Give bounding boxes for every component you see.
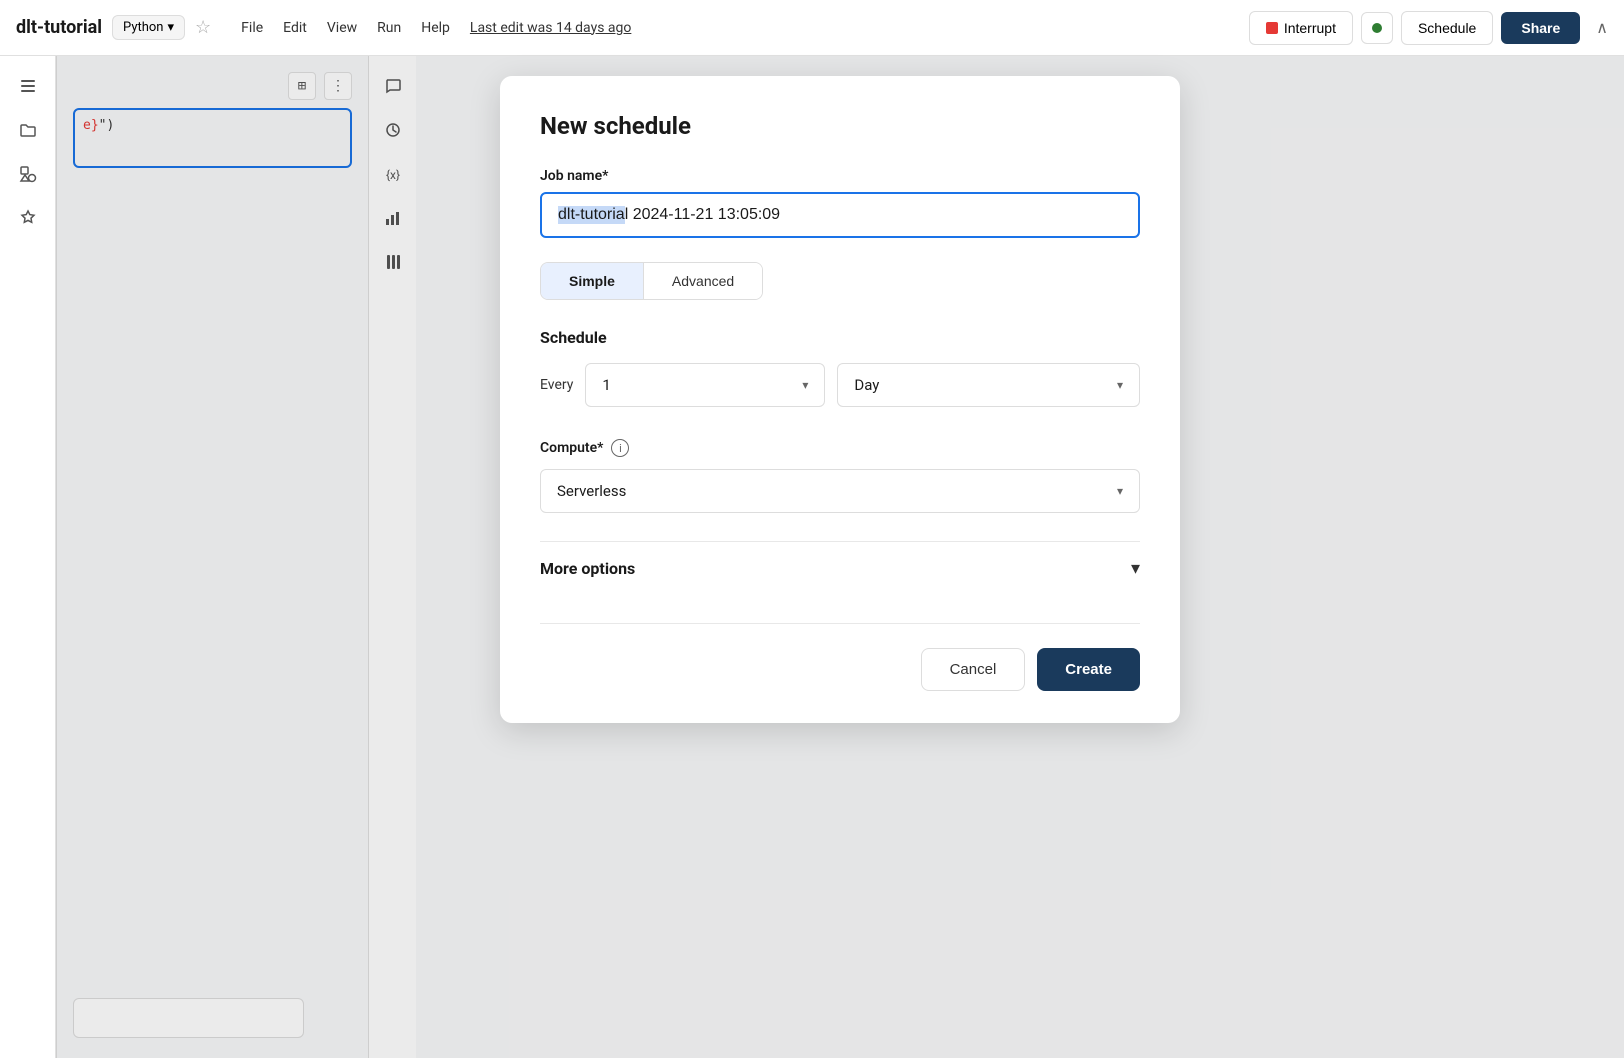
dialog-overlay: New schedule Job name* Simple Advanced S… bbox=[56, 56, 1624, 1058]
compute-label-row: Compute* i bbox=[540, 439, 1140, 457]
topbar-right: Interrupt Schedule Share ∧ bbox=[1249, 11, 1608, 45]
create-button[interactable]: Create bbox=[1037, 648, 1140, 691]
green-dot-icon bbox=[1372, 23, 1382, 33]
left-sidebar bbox=[0, 56, 56, 1058]
compute-value: Serverless bbox=[557, 482, 626, 500]
sidebar-icon-folder[interactable] bbox=[10, 112, 46, 148]
schedule-section-title: Schedule bbox=[540, 328, 1140, 347]
period-chevron-icon: ▾ bbox=[1117, 378, 1123, 392]
topbar: dlt-tutorial Python ▾ ☆ File Edit View R… bbox=[0, 0, 1624, 56]
last-edit-label: Last edit was 14 days ago bbox=[470, 20, 631, 36]
main-layout: New schedule Job name* Simple Advanced S… bbox=[0, 56, 1624, 1058]
new-schedule-dialog: New schedule Job name* Simple Advanced S… bbox=[500, 76, 1180, 723]
language-chevron-icon: ▾ bbox=[168, 20, 175, 35]
topbar-left: dlt-tutorial Python ▾ ☆ File Edit View R… bbox=[16, 15, 1249, 40]
menu-file[interactable]: File bbox=[241, 20, 263, 36]
interrupt-button[interactable]: Interrupt bbox=[1249, 11, 1353, 45]
job-name-label: Job name* bbox=[540, 168, 1140, 184]
compute-info-icon[interactable]: i bbox=[611, 439, 629, 457]
app-title: dlt-tutorial bbox=[16, 17, 102, 38]
sidebar-icon-list[interactable] bbox=[10, 68, 46, 104]
language-label: Python bbox=[123, 20, 163, 35]
menu-edit[interactable]: Edit bbox=[283, 20, 307, 36]
topbar-menu: File Edit View Run Help Last edit was 14… bbox=[241, 20, 631, 36]
more-options-row[interactable]: More options ▾ bbox=[540, 541, 1140, 595]
dialog-title: New schedule bbox=[540, 112, 1140, 140]
frequency-chevron-icon: ▾ bbox=[802, 378, 808, 392]
compute-select[interactable]: Serverless ▾ bbox=[540, 469, 1140, 513]
menu-view[interactable]: View bbox=[327, 20, 357, 36]
cancel-button[interactable]: Cancel bbox=[921, 648, 1026, 691]
period-select[interactable]: Day ▾ bbox=[837, 363, 1140, 407]
interrupt-icon bbox=[1266, 22, 1278, 34]
dialog-footer: Cancel Create bbox=[540, 623, 1140, 691]
tab-advanced[interactable]: Advanced bbox=[644, 263, 762, 299]
content-area: New schedule Job name* Simple Advanced S… bbox=[56, 56, 1624, 1058]
job-name-input[interactable] bbox=[540, 192, 1140, 238]
sidebar-icon-star[interactable] bbox=[10, 200, 46, 236]
compute-chevron-icon: ▾ bbox=[1117, 484, 1123, 498]
more-options-label: More options bbox=[540, 559, 635, 578]
language-badge[interactable]: Python ▾ bbox=[112, 15, 185, 40]
schedule-button[interactable]: Schedule bbox=[1401, 11, 1493, 45]
tab-simple[interactable]: Simple bbox=[541, 263, 644, 299]
more-options-chevron-icon: ▾ bbox=[1131, 558, 1140, 579]
frequency-value: 1 bbox=[602, 376, 610, 394]
status-indicator[interactable] bbox=[1361, 12, 1393, 44]
topbar-collapse-icon[interactable]: ∧ bbox=[1596, 18, 1608, 37]
compute-label: Compute* bbox=[540, 440, 603, 456]
schedule-row: Every 1 ▾ Day ▾ bbox=[540, 363, 1140, 407]
star-icon[interactable]: ☆ bbox=[195, 17, 211, 38]
every-label: Every bbox=[540, 377, 573, 393]
interrupt-label: Interrupt bbox=[1284, 20, 1336, 36]
sidebar-icon-shapes[interactable] bbox=[10, 156, 46, 192]
schedule-type-tabs: Simple Advanced bbox=[540, 262, 763, 300]
period-value: Day bbox=[854, 376, 879, 394]
menu-help[interactable]: Help bbox=[421, 20, 450, 36]
menu-run[interactable]: Run bbox=[377, 20, 401, 36]
share-button[interactable]: Share bbox=[1501, 12, 1580, 44]
frequency-select[interactable]: 1 ▾ bbox=[585, 363, 825, 407]
